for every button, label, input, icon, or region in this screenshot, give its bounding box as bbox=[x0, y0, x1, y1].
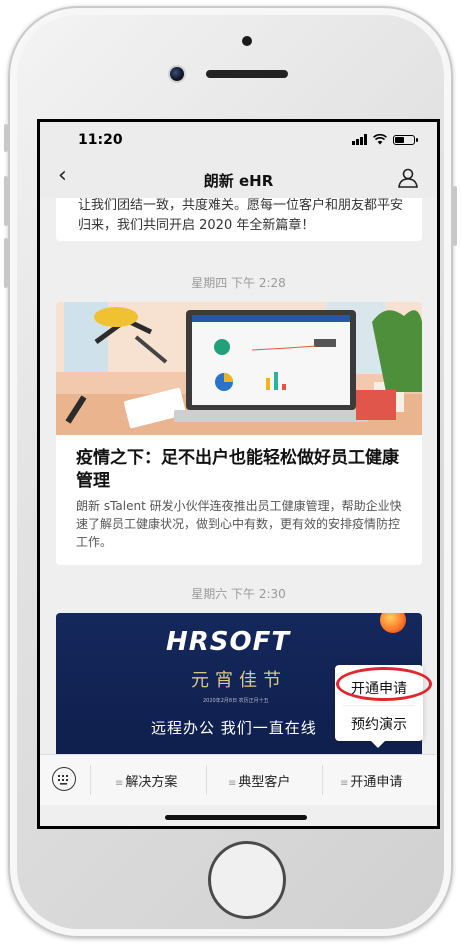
front-camera bbox=[242, 36, 252, 46]
power-button bbox=[453, 186, 457, 246]
list-icon: ≡ bbox=[115, 778, 124, 789]
divider bbox=[206, 765, 207, 795]
phone-screen: 11:20 ‹ 朗新 eHR 让我们团结一致，共度难关。愿每一位客户和朋友都平安… bbox=[37, 119, 440, 829]
banner-slogan: 远程办公 我们一直在线 bbox=[151, 719, 317, 737]
list-icon: ≡ bbox=[228, 778, 237, 789]
status-icons bbox=[352, 134, 418, 145]
volume-down-button bbox=[4, 238, 8, 288]
keyboard-icon[interactable] bbox=[52, 767, 76, 791]
article-card[interactable]: 疫情之下：足不出户也能轻松做好员工健康管理 朗新 sTalent 研发小伙伴连夜… bbox=[56, 302, 422, 565]
volume-up-button bbox=[4, 176, 8, 226]
timestamp: 星期六 下午 2:30 bbox=[191, 587, 286, 601]
bottom-menu-bar: ≡ 解决方案 ≡ 典型客户 ≡ 开通申请 bbox=[40, 754, 437, 805]
menu-item-label: 开通申请 bbox=[350, 775, 403, 790]
menu-item-typical-customers[interactable]: ≡ 典型客户 bbox=[228, 771, 290, 790]
mute-switch bbox=[4, 124, 8, 152]
earpiece-speaker bbox=[206, 70, 288, 78]
article-image bbox=[56, 302, 422, 435]
battery-icon bbox=[393, 134, 418, 145]
home-indicator bbox=[165, 815, 307, 820]
status-time: 11:20 bbox=[78, 132, 123, 148]
list-icon: ≡ bbox=[340, 778, 349, 789]
wifi-icon bbox=[373, 134, 387, 145]
signal-icon bbox=[352, 134, 367, 145]
divider bbox=[343, 705, 415, 706]
divider bbox=[322, 765, 323, 795]
timestamp: 星期四 下午 2:28 bbox=[191, 276, 286, 290]
lantern-icon bbox=[380, 613, 406, 633]
home-button[interactable] bbox=[208, 841, 286, 919]
page-title: 朗新 eHR bbox=[203, 172, 274, 190]
menu-item-label: 解决方案 bbox=[125, 775, 178, 790]
article-summary: 朗新 sTalent 研发小伙伴连夜推出员工健康管理，帮助企业快速了解员工健康状… bbox=[76, 499, 402, 549]
status-bar: 11:20 bbox=[40, 122, 437, 158]
menu-option-book-demo[interactable]: 预约演示 bbox=[335, 714, 423, 734]
article-title: 疫情之下：足不出户也能轻松做好员工健康管理 bbox=[76, 448, 399, 491]
message-card[interactable]: 让我们团结一致，共度难关。愿每一位客户和朋友都平安归来，我们共同开启 2020 … bbox=[56, 198, 422, 241]
menu-item-solutions[interactable]: ≡ 解决方案 bbox=[115, 771, 177, 790]
menu-item-label: 典型客户 bbox=[238, 775, 291, 790]
brand-logo: HRSOFT bbox=[166, 627, 291, 657]
proximity-sensor bbox=[170, 67, 184, 81]
divider bbox=[90, 765, 91, 795]
nav-bar: ‹ 朗新 eHR bbox=[40, 158, 437, 198]
festival-date: 2020年2月8日 农历正月十五 bbox=[203, 698, 269, 704]
festival-title: 元宵佳节 bbox=[191, 670, 287, 691]
highlight-circle bbox=[336, 667, 432, 701]
person-icon[interactable] bbox=[397, 168, 419, 188]
message-text: 让我们团结一致，共度难关。愿每一位客户和朋友都平安归来，我们共同开启 2020 … bbox=[78, 198, 404, 233]
menu-item-open-application[interactable]: ≡ 开通申请 bbox=[340, 771, 402, 790]
